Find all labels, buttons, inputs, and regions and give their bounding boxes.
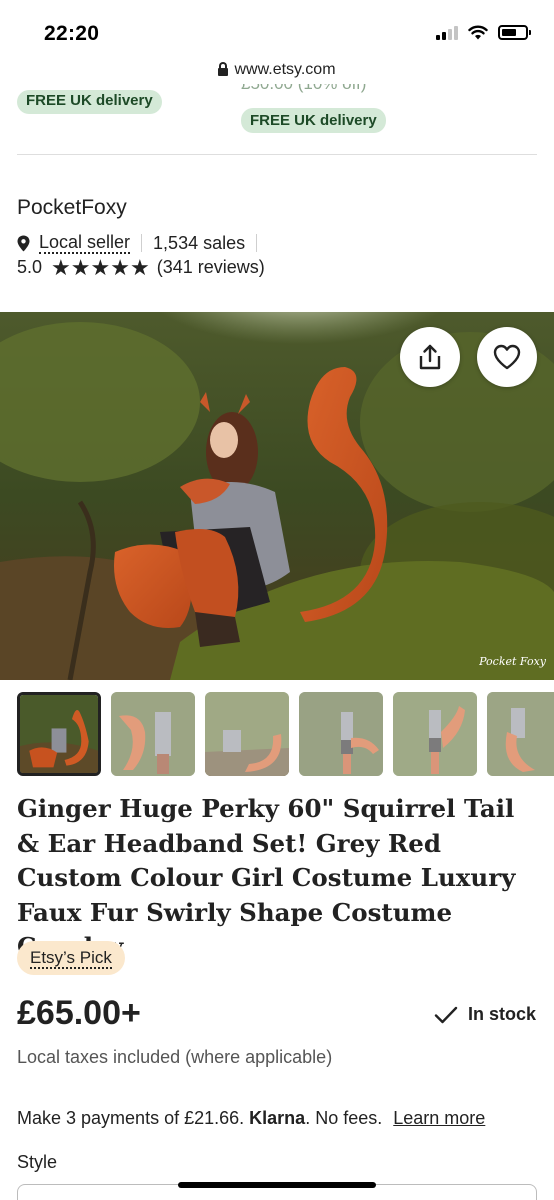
thumbnail[interactable] <box>17 692 101 776</box>
review-count-link[interactable]: (341 reviews) <box>157 257 265 278</box>
etsys-pick-label: Etsy’s Pick <box>30 948 112 969</box>
thumbnail[interactable] <box>299 692 383 776</box>
status-time: 22:20 <box>44 22 99 46</box>
shop-name-link[interactable]: PocketFoxy <box>17 196 127 220</box>
photo-watermark-logo: Pocket Foxy <box>479 655 546 668</box>
star-icon: ★ <box>130 258 149 278</box>
free-delivery-badge: FREE UK delivery <box>241 108 386 133</box>
favorite-button[interactable] <box>477 327 537 387</box>
style-label: Style <box>17 1152 57 1173</box>
learn-more-link[interactable]: Learn more <box>393 1108 485 1128</box>
taxes-note: Local taxes included (where applicable) <box>17 1047 332 1068</box>
url-text: www.etsy.com <box>234 61 335 79</box>
klarna-payment-info: Make 3 payments of £21.66. Klarna. No fe… <box>17 1108 485 1129</box>
thumbnail[interactable] <box>111 692 195 776</box>
product-photo <box>0 312 554 680</box>
listing-main-image[interactable]: Pocket Foxy <box>0 312 554 680</box>
checkmark-icon <box>434 1005 458 1025</box>
share-button[interactable] <box>400 327 460 387</box>
free-delivery-badge: FREE UK delivery <box>17 90 162 114</box>
address-bar[interactable]: www.etsy.com <box>0 58 554 82</box>
klarna-logo: Klarna <box>249 1108 305 1128</box>
discounted-price-fragment: £50.00 (10% off) <box>241 84 366 96</box>
home-indicator[interactable] <box>178 1182 376 1188</box>
sales-count: 1,534 sales <box>153 233 245 254</box>
star-icon: ★ <box>51 258 70 278</box>
seller-info-row: Local seller 1,534 sales <box>17 232 268 254</box>
rating-value: 5.0 <box>17 257 42 278</box>
etsys-pick-badge[interactable]: Etsy’s Pick <box>17 941 125 975</box>
status-bar: 22:20 <box>0 0 554 56</box>
star-rating: ★ ★ ★ ★ ★ <box>51 258 149 278</box>
heart-icon <box>493 344 521 370</box>
thumbnail[interactable] <box>205 692 289 776</box>
stock-label: In stock <box>468 1004 536 1025</box>
thumbnail[interactable] <box>393 692 477 776</box>
stock-status: In stock <box>434 1004 536 1025</box>
klarna-suffix: . No fees. <box>305 1108 382 1128</box>
battery-icon <box>498 25 528 40</box>
status-icons <box>436 25 528 40</box>
listing-title: Ginger Huge Perky 60" Squirrel Tail & Ea… <box>17 792 537 965</box>
star-icon: ★ <box>91 258 110 278</box>
rating-row[interactable]: 5.0 ★ ★ ★ ★ ★ (341 reviews) <box>17 257 265 278</box>
star-icon: ★ <box>71 258 90 278</box>
klarna-prefix: Make 3 payments of £21.66. <box>17 1108 244 1128</box>
separator <box>256 234 257 252</box>
image-thumbnail-strip[interactable] <box>17 692 554 776</box>
share-icon <box>417 344 443 370</box>
thumbnail[interactable] <box>487 692 554 776</box>
cellular-signal-icon <box>436 26 458 40</box>
wifi-icon <box>468 25 488 40</box>
local-seller-link[interactable]: Local seller <box>39 232 130 254</box>
location-pin-icon <box>17 235 30 252</box>
listing-price: £65.00+ <box>17 994 141 1033</box>
star-icon: ★ <box>110 258 129 278</box>
section-divider <box>17 154 537 155</box>
separator <box>141 234 142 252</box>
lock-icon <box>218 67 228 78</box>
